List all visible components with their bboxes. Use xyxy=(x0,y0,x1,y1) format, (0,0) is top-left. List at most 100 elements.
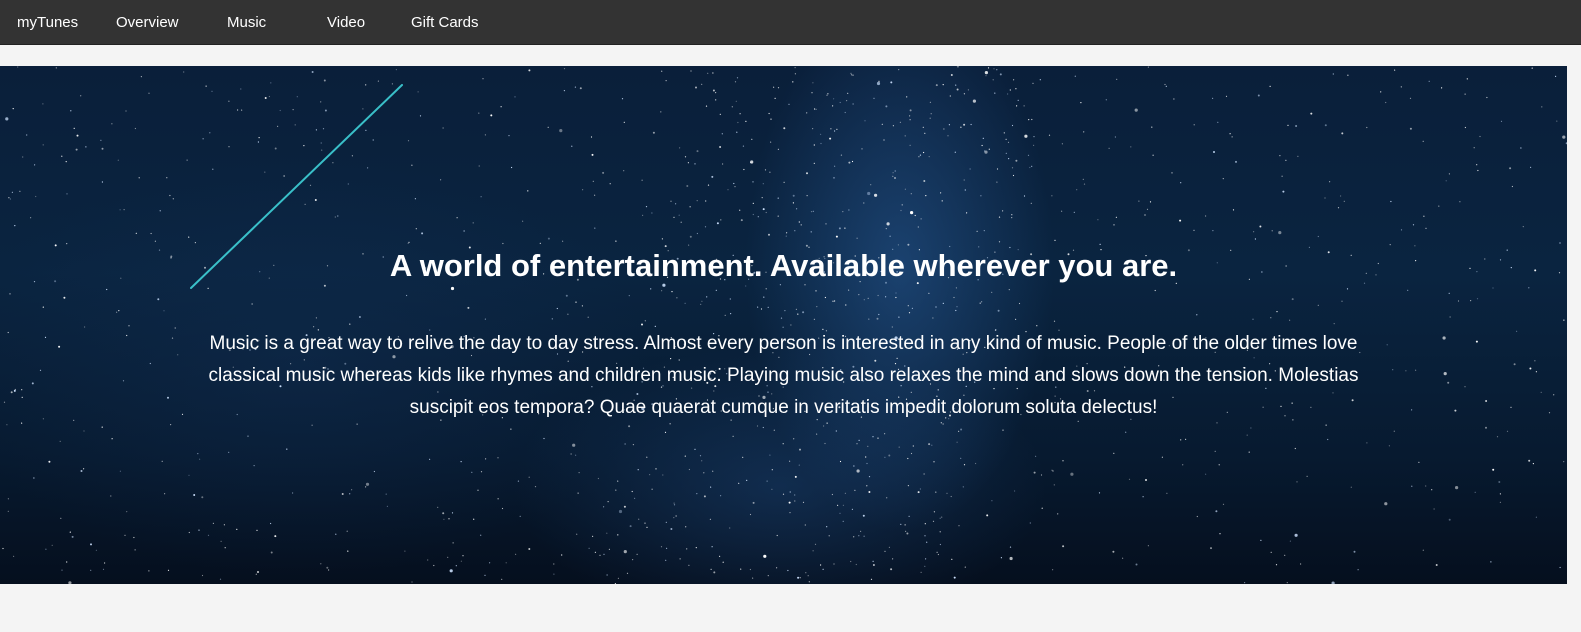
star xyxy=(528,548,531,550)
star xyxy=(172,198,174,200)
star xyxy=(609,183,611,185)
star xyxy=(122,380,125,382)
star xyxy=(1532,463,1534,465)
star xyxy=(362,108,364,110)
star xyxy=(866,485,868,487)
star xyxy=(303,145,305,147)
star xyxy=(980,195,982,197)
star xyxy=(150,232,152,235)
star xyxy=(794,73,797,75)
star xyxy=(872,436,874,438)
star xyxy=(1287,124,1289,126)
star xyxy=(1541,106,1543,108)
star xyxy=(1357,569,1359,571)
star xyxy=(614,583,616,584)
star xyxy=(928,443,931,446)
star xyxy=(810,211,813,213)
nav-link-music[interactable]: Music xyxy=(227,14,266,32)
star xyxy=(664,431,667,433)
star xyxy=(594,551,597,553)
star xyxy=(1366,126,1368,129)
star xyxy=(270,522,272,525)
star xyxy=(738,482,740,484)
star xyxy=(1553,394,1555,396)
star xyxy=(1412,224,1415,226)
star xyxy=(1254,238,1256,240)
star xyxy=(576,533,578,535)
star xyxy=(559,129,563,133)
star xyxy=(1470,300,1472,302)
star xyxy=(167,396,169,399)
star xyxy=(1144,214,1146,216)
star xyxy=(1048,134,1051,136)
star xyxy=(651,488,653,490)
star xyxy=(1166,492,1168,494)
star xyxy=(899,121,902,123)
star xyxy=(311,424,313,426)
star xyxy=(732,435,734,437)
star xyxy=(1425,485,1427,487)
star xyxy=(119,209,121,211)
star xyxy=(1464,386,1466,388)
star xyxy=(270,82,272,84)
star xyxy=(1531,67,1533,69)
star xyxy=(1516,330,1518,332)
page-scrollbar-gutter[interactable] xyxy=(1567,45,1581,632)
star xyxy=(63,296,66,299)
star xyxy=(937,553,940,556)
star xyxy=(908,515,910,517)
star xyxy=(917,491,920,494)
star xyxy=(1062,460,1064,462)
star xyxy=(960,428,963,431)
star xyxy=(1015,88,1017,90)
star xyxy=(936,551,938,553)
star xyxy=(636,553,638,555)
star xyxy=(1422,140,1424,142)
star xyxy=(1528,459,1531,462)
star xyxy=(711,546,713,548)
star xyxy=(70,110,72,112)
star xyxy=(623,121,625,123)
star xyxy=(807,575,809,577)
nav-link-gift-cards[interactable]: Gift Cards xyxy=(411,14,479,32)
star xyxy=(1244,582,1246,584)
star xyxy=(571,145,573,147)
star xyxy=(878,80,880,82)
nav-link-overview[interactable]: Overview xyxy=(116,14,179,32)
star xyxy=(792,194,795,197)
star xyxy=(670,528,673,530)
star xyxy=(140,76,142,78)
star xyxy=(1023,105,1025,107)
brand-link[interactable]: myTunes xyxy=(17,14,78,32)
nav-link-video[interactable]: Video xyxy=(327,14,365,32)
star xyxy=(572,443,576,447)
star xyxy=(1520,147,1522,149)
star xyxy=(279,109,281,112)
star xyxy=(991,500,993,502)
star xyxy=(850,72,852,74)
star xyxy=(771,469,773,471)
star xyxy=(1530,166,1532,168)
star xyxy=(994,92,996,94)
star xyxy=(315,317,317,319)
star xyxy=(689,206,691,208)
star xyxy=(962,486,964,488)
star xyxy=(134,549,136,551)
star xyxy=(440,179,442,181)
star xyxy=(1213,151,1215,153)
star xyxy=(734,81,737,83)
star xyxy=(391,83,393,85)
star xyxy=(852,74,854,76)
star xyxy=(892,175,894,177)
star xyxy=(1013,79,1015,81)
star xyxy=(830,128,832,130)
star xyxy=(1506,430,1509,432)
star xyxy=(634,497,636,499)
star xyxy=(1563,319,1565,321)
star xyxy=(925,195,927,197)
star xyxy=(777,197,779,199)
star xyxy=(844,492,847,494)
star xyxy=(1212,230,1214,232)
star xyxy=(209,132,211,134)
star xyxy=(1173,98,1175,100)
